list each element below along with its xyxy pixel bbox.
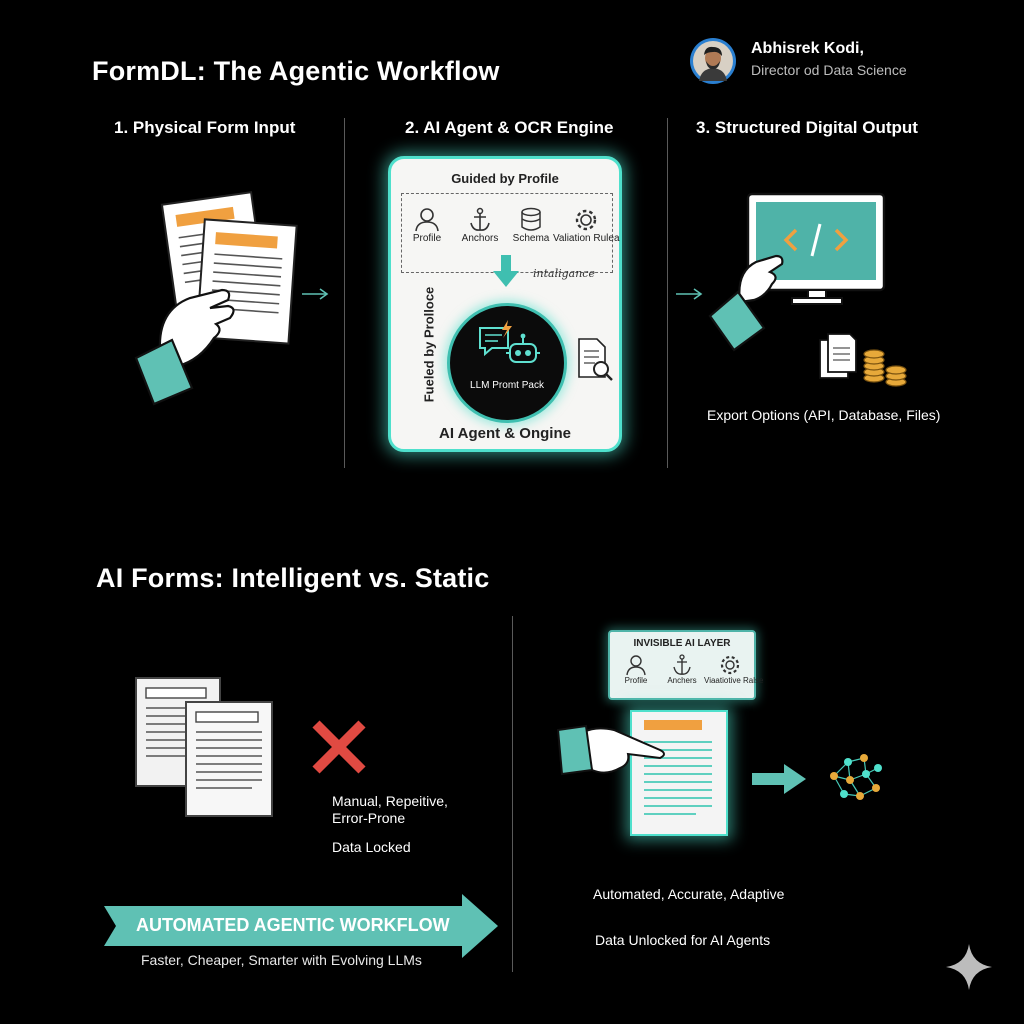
engine-footer-label: AI Agent & Ongine (439, 425, 571, 442)
avatar (690, 38, 736, 84)
intelligent-benefit-line-2: Data Unlocked for AI Agents (595, 932, 771, 948)
column-divider-2 (667, 118, 668, 468)
teal-right-arrow-icon (752, 764, 806, 794)
down-arrow-icon (491, 255, 521, 289)
invisible-ai-layer-panel: INVISIBLE AI LAYER Profile Anchers Viaat… (608, 630, 763, 700)
pointing-hand-icon (556, 720, 676, 780)
anchor-icon (673, 654, 691, 675)
banner-label: AUTOMATED AGENTIC WORKFLOW (136, 915, 450, 935)
static-drawback-line-2: Error-Prone (332, 810, 406, 826)
chat-robot-icon (479, 320, 540, 363)
user-icon (415, 208, 439, 232)
llm-prompt-pack-label: LLM Promt Pack (470, 380, 544, 391)
database-icon (521, 207, 541, 231)
ai-engine-card: Guided by Profile Profile Anchors Schema… (388, 156, 622, 452)
page-title: FormDL: The Agentic Workflow (92, 56, 500, 86)
ai-layer-validation-rules: Viaatiotive Ralse (704, 654, 763, 685)
intelligent-benefit-line-1: Automated, Accurate, Adaptive (593, 886, 785, 902)
column-divider-1 (344, 118, 345, 468)
comparison-divider (512, 616, 513, 972)
anchors-item: Anchors (457, 207, 503, 244)
ai-layer-title: INVISIBLE AI LAYER (633, 638, 731, 649)
gear-icon (575, 209, 597, 231)
user-icon (626, 655, 646, 676)
gear-icon (720, 655, 740, 675)
intelligence-label: intaligance (533, 267, 595, 280)
automated-workflow-banner: AUTOMATED AGENTIC WORKFLOW (100, 894, 500, 958)
author-role: Director od Data Science (751, 62, 907, 78)
files-and-coins-icon (816, 330, 912, 390)
banner-subtitle: Faster, Cheaper, Smarter with Evolving L… (141, 952, 422, 968)
comparison-title: AI Forms: Intelligent vs. Static (96, 563, 490, 593)
static-forms-illustration (132, 676, 276, 820)
static-drawback-line-1: Manual, Repeitive, (332, 793, 448, 809)
flow-arrow-1-icon (300, 286, 330, 302)
export-options-label: Export Options (API, Database, Files) (707, 407, 941, 423)
ai-layer-anchors: Anchers (662, 654, 702, 685)
red-x-icon (308, 716, 370, 778)
neural-network-icon (822, 746, 886, 810)
step-3-heading: 3. Structured Digital Output (696, 118, 918, 137)
hand-holding-forms-icon (134, 191, 298, 406)
sparkle-icon (944, 942, 994, 992)
document-search-icon (575, 337, 615, 383)
ai-layer-profile: Profile (616, 654, 656, 685)
physical-form-illustration (130, 190, 300, 415)
step-1-heading: 1. Physical Form Input (114, 118, 296, 137)
step-2-heading: 2. AI Agent & OCR Engine (405, 118, 614, 137)
profile-item: Profile (407, 207, 447, 244)
fueled-by-label: Fueled by Prolloce (421, 286, 437, 403)
validation-rules-item: Valiation Rulea (553, 207, 620, 244)
llm-prompt-pack-core: LLM Promt Pack (447, 303, 567, 423)
static-drawback-line-3: Data Locked (332, 839, 411, 855)
author-name: Abhisrek Kodi, (751, 40, 864, 57)
schema-item: Schema (511, 207, 551, 244)
anchor-icon (470, 207, 490, 231)
static-documents-icon (135, 677, 273, 817)
author-photo-icon (693, 41, 733, 81)
guided-by-profile-label: Guided by Profile (451, 171, 559, 186)
